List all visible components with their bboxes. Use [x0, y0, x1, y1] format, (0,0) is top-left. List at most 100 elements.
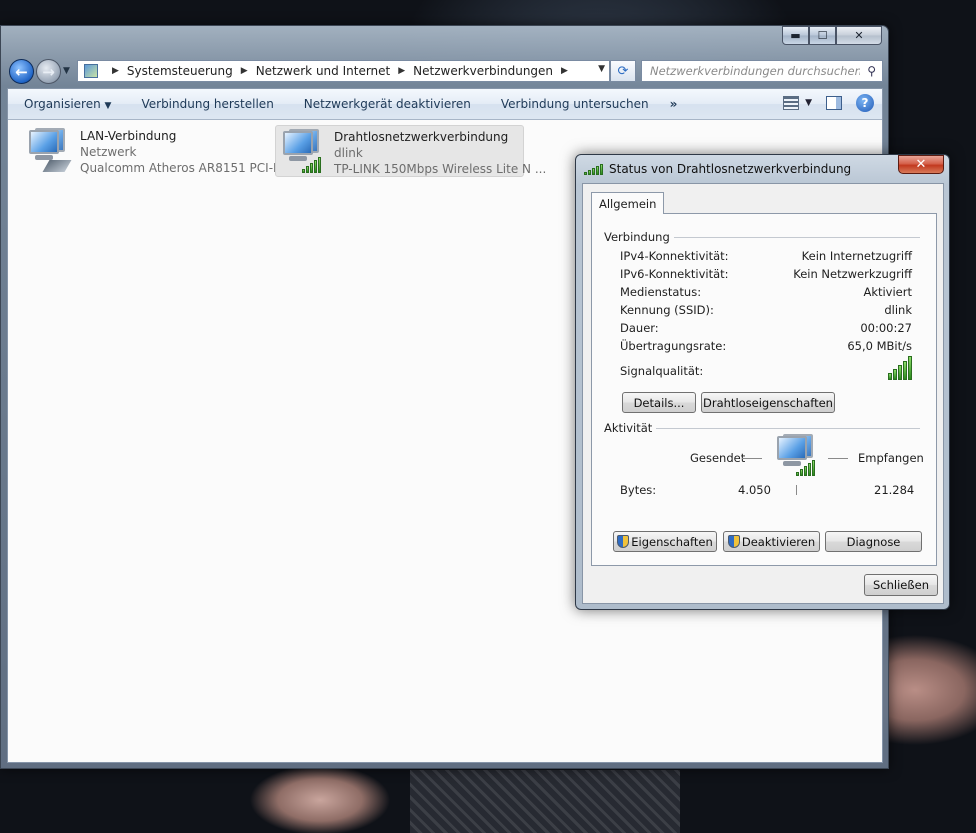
details-button[interactable]: Details... [622, 392, 696, 413]
connection-name: Drahtlosnetzwerkverbindung [334, 130, 509, 144]
arrow-right-icon: → [42, 62, 55, 81]
activity-group-label: Aktivität [604, 421, 657, 435]
signal-strength-icon [584, 163, 603, 175]
connection-details: Drahtlosnetzwerkverbindung dlink TP-LINK… [334, 129, 546, 177]
control-panel-icon [84, 64, 98, 78]
change-view-icon[interactable] [783, 96, 800, 110]
dialog-title-text: Status von Drahtlosnetzwerkverbindung [609, 162, 852, 176]
close-icon: ✕ [915, 157, 927, 172]
signal-quality-label: Signalqualität: [620, 364, 704, 378]
signal-quality-row: Signalqualität: [620, 356, 912, 382]
address-history-dropdown[interactable]: ▼ [598, 64, 605, 74]
diagnose-button[interactable]: Diagnose [825, 531, 922, 552]
back-button[interactable]: ← [9, 59, 34, 84]
signal-strength-icon [796, 460, 815, 476]
breadcrumb-item-netzwerkverbindungen[interactable]: Netzwerkverbindungen [413, 64, 553, 78]
wireless-properties-button[interactable]: Drahtloseigenschaften [701, 392, 835, 413]
field-label: IPv6-Konnektivität: [620, 267, 729, 281]
connection-group-label: Verbindung [604, 230, 674, 244]
refresh-button[interactable]: ⟳ [610, 60, 636, 82]
connection-item-lan[interactable]: LAN-Verbindung Netzwerk Qualcomm Atheros… [22, 125, 292, 177]
group-divider [668, 237, 920, 238]
minimize-button[interactable]: ▬ [782, 26, 809, 45]
shield-icon [617, 535, 630, 548]
chevron-right-icon[interactable]: ▶ [241, 66, 248, 76]
properties-button[interactable]: Eigenschaften [613, 531, 717, 552]
field-row: IPv6-Konnektivität: Kein Netzwerkzugriff [620, 267, 912, 283]
chevron-right-icon[interactable]: ▶ [112, 66, 119, 76]
activity-divider [796, 485, 797, 495]
more-commands-button[interactable]: » [664, 97, 684, 111]
close-dialog-button[interactable]: Schließen [864, 574, 938, 596]
maximize-button[interactable]: ☐ [809, 26, 836, 45]
field-row: Kennung (SSID): dlink [620, 303, 912, 319]
connection-name: LAN-Verbindung [80, 129, 177, 143]
chevron-down-icon: ▼ [104, 101, 112, 111]
address-bar: ← → ▼ ▶ Systemsteuerung ▶ Netzwerk und I… [7, 57, 883, 85]
received-line [828, 458, 848, 459]
field-value: 00:00:27 [860, 321, 912, 335]
connection-adapter: Qualcomm Atheros AR8151 PCI-E... [80, 161, 293, 175]
connect-button[interactable]: Verbindung herstellen [126, 97, 288, 111]
window-caption-buttons: ▬ ☐ ✕ [782, 26, 882, 45]
properties-button-label: Eigenschaften [631, 534, 713, 549]
refresh-icon: ⟳ [617, 63, 629, 79]
connection-details: LAN-Verbindung Netzwerk Qualcomm Atheros… [80, 128, 292, 176]
field-label: Medienstatus: [620, 285, 702, 299]
breadcrumb[interactable]: ▶ Systemsteuerung ▶ Netzwerk und Interne… [77, 60, 610, 82]
connection-network: dlink [334, 146, 363, 160]
dialog-title: Status von Drahtlosnetzwerkverbindung [584, 162, 851, 176]
disable-device-button[interactable]: Netzwerkgerät deaktivieren [289, 97, 486, 111]
field-row: Dauer: 00:00:27 [620, 321, 912, 337]
command-bar-tools: ▼ ? [783, 94, 874, 112]
shield-icon [727, 535, 740, 548]
arrow-left-icon: ← [15, 62, 28, 81]
chevron-right-icon[interactable]: ▶ [561, 66, 568, 76]
tab-panel-general: Verbindung IPv4-Konnektivität: Kein Inte… [591, 213, 937, 566]
breadcrumb-item-netzwerk-und-internet[interactable]: Netzwerk und Internet [256, 64, 391, 78]
deactivate-button-label: Deaktivieren [741, 534, 816, 549]
recent-pages-dropdown[interactable]: ▼ [63, 66, 70, 76]
field-value: dlink [884, 303, 912, 317]
field-value: Kein Netzwerkzugriff [793, 267, 912, 281]
organize-label: Organisieren [24, 97, 101, 111]
field-label: Dauer: [620, 321, 659, 335]
field-label: Übertragungsrate: [620, 339, 727, 353]
signal-quality-bars-icon [888, 356, 912, 380]
sent-label: Gesendet [690, 451, 750, 465]
tab-allgemein[interactable]: Allgemein [591, 192, 665, 214]
forward-button[interactable]: → [36, 59, 61, 84]
organize-menu[interactable]: Organisieren ▼ [8, 97, 126, 111]
wireless-adapter-icon [280, 129, 324, 175]
bytes-received-value: 21.284 [874, 483, 919, 497]
preview-pane-icon[interactable] [826, 96, 842, 110]
help-icon[interactable]: ? [856, 94, 874, 112]
view-options-dropdown[interactable]: ▼ [805, 98, 812, 108]
close-button[interactable]: ✕ [836, 26, 882, 45]
command-bar: Organisieren ▼ Verbindung herstellen Net… [8, 89, 882, 120]
field-value: Aktiviert [863, 285, 912, 299]
field-value: 65,0 MBit/s [847, 339, 912, 353]
deactivate-button[interactable]: Deaktivieren [723, 531, 820, 552]
field-row: Übertragungsrate: 65,0 MBit/s [620, 339, 912, 355]
field-row: Medienstatus: Aktiviert [620, 285, 912, 301]
dialog-close-button[interactable]: ✕ [898, 155, 944, 174]
status-dialog: Status von Drahtlosnetzwerkverbindung ✕ … [575, 154, 950, 610]
bytes-label: Bytes: [620, 483, 661, 497]
search-box: ⚲ [641, 60, 883, 82]
sent-line [742, 458, 762, 459]
search-input[interactable] [650, 64, 860, 78]
connection-network: Netzwerk [80, 145, 137, 159]
signal-strength-icon [302, 157, 321, 173]
ethernet-adapter-icon [26, 128, 72, 174]
field-label: Kennung (SSID): [620, 303, 714, 317]
breadcrumb-item-systemsteuerung[interactable]: Systemsteuerung [127, 64, 233, 78]
bytes-sent-value: 4.050 [738, 483, 775, 497]
dialog-body: Allgemein Verbindung IPv4-Konnektivität:… [582, 183, 944, 604]
connection-item-wireless[interactable]: Drahtlosnetzwerkverbindung dlink TP-LINK… [275, 125, 546, 177]
search-icon[interactable]: ⚲ [867, 64, 876, 78]
field-label: IPv4-Konnektivität: [620, 249, 729, 263]
received-label: Empfangen [858, 451, 928, 465]
chevron-right-icon[interactable]: ▶ [398, 66, 405, 76]
diagnose-connection-button[interactable]: Verbindung untersuchen [486, 97, 664, 111]
